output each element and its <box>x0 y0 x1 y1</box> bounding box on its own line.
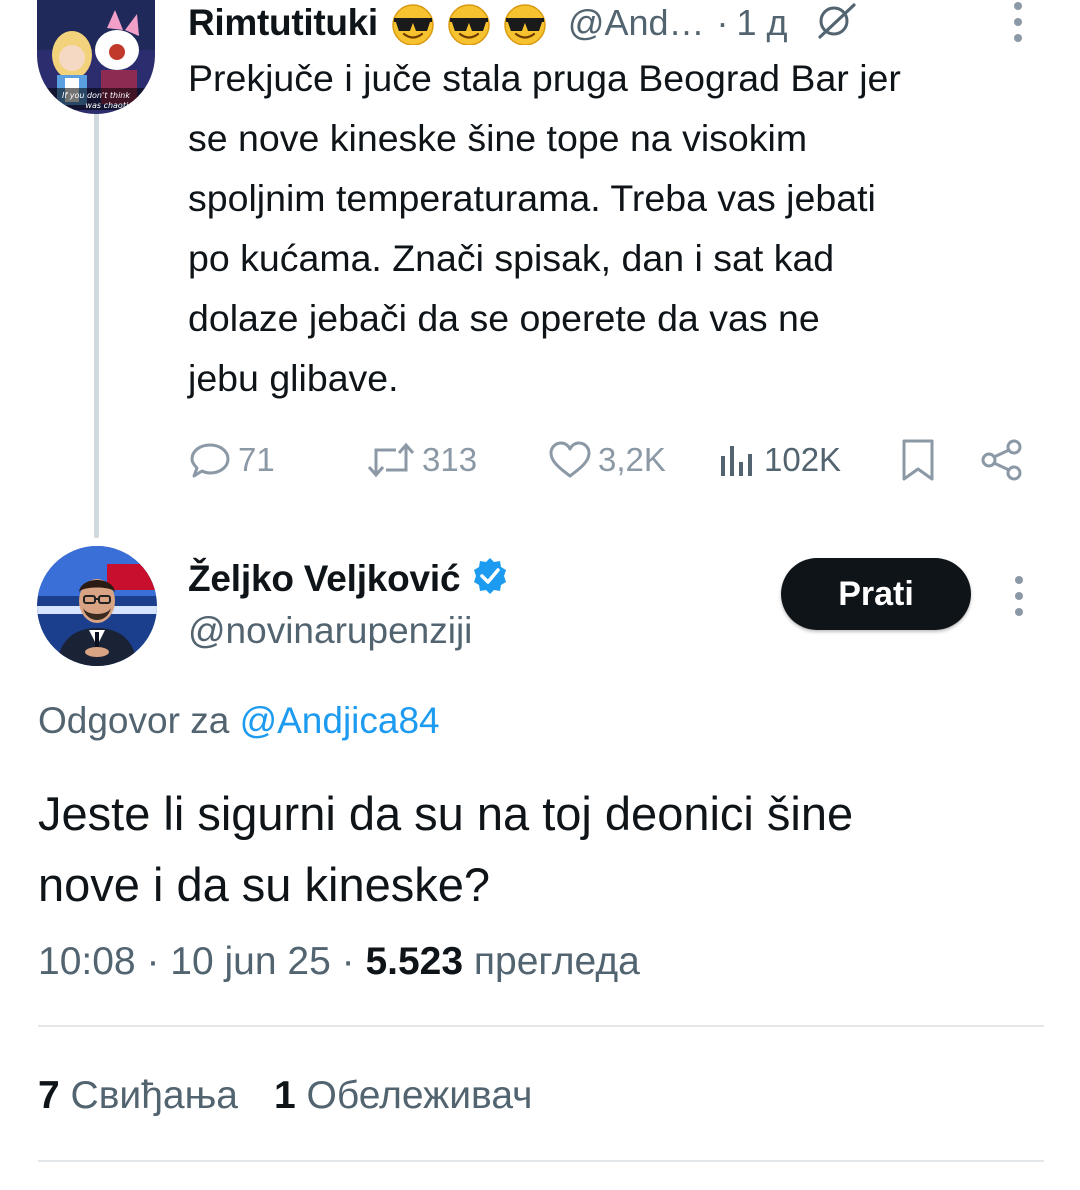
repost-button[interactable]: 313 <box>366 434 477 486</box>
likes-label: Свиђања <box>70 1074 238 1117</box>
share-button[interactable] <box>980 434 1024 486</box>
grok-icon[interactable] <box>814 1 858 46</box>
meta-separator: · <box>146 940 171 983</box>
tweet1-avatar[interactable]: If you don't think was chaotic <box>37 0 155 114</box>
tweet1-more-icon[interactable] <box>1014 2 1022 42</box>
reply-to-mention-link[interactable]: @Andjica84 <box>240 700 440 741</box>
bookmark-icon <box>902 439 934 481</box>
views-button[interactable]: 102K <box>718 434 841 486</box>
like-count: 3,2K <box>598 441 666 478</box>
tweet2-stats: 7 Свиђања 1 Обележивач <box>38 1074 532 1118</box>
bookmark-button[interactable] <box>900 434 936 486</box>
views-icon <box>721 446 752 476</box>
views-count: 102K <box>764 441 842 478</box>
repost-count: 313 <box>422 441 478 478</box>
reply-count: 71 <box>238 441 275 478</box>
tweet2-name-row: Željko Veljković <box>188 556 510 601</box>
bookmarks-count: 1 <box>273 1074 296 1117</box>
share-icon <box>981 439 1022 481</box>
bookmarks-label: Обележивач <box>306 1074 533 1117</box>
follow-button[interactable]: Prati <box>781 558 971 630</box>
sunglasses-emoji-icon <box>504 4 546 45</box>
tweet2-views-label: прегледа <box>473 940 640 983</box>
tweet2-text: Jeste li sigurni da su na toj deonici ši… <box>38 787 854 911</box>
tweet2-avatar[interactable] <box>37 546 157 666</box>
like-button[interactable]: 3,2K <box>548 434 666 486</box>
tweet1-separator: · <box>716 2 729 43</box>
like-icon <box>549 441 591 478</box>
thread-connector-line <box>94 112 99 538</box>
verified-badge-icon[interactable] <box>470 556 510 601</box>
sunglasses-emoji-icon <box>392 4 434 45</box>
avatar-caption-line1: If you don't think <box>62 91 130 100</box>
reply-icon <box>190 443 230 478</box>
meta-separator: · <box>341 940 366 983</box>
repost-icon <box>367 442 415 478</box>
bookmarks-stat[interactable]: 1 Обележивач <box>274 1074 533 1118</box>
reply-to-prefix: Odgovor za <box>38 700 240 741</box>
tweet1-display-name[interactable]: Rimtutituki <box>188 2 378 44</box>
divider <box>38 1025 1044 1027</box>
sunglasses-emoji-group <box>386 1 552 45</box>
tweet2-meta: 10:08 · 10 jun 25 · 5.523 прегледа <box>38 940 640 984</box>
likes-count: 7 <box>38 1074 60 1117</box>
tweet2-time[interactable]: 10:08 <box>38 940 136 983</box>
reply-button[interactable]: 71 <box>188 434 275 486</box>
sunglasses-emoji-icon <box>448 4 490 45</box>
likes-stat[interactable]: 7 Свиђања <box>38 1074 238 1118</box>
tweet2-handle[interactable]: @novinarupenziji <box>188 610 472 652</box>
avatar-caption-line2: was chaotic <box>85 101 133 110</box>
tweet2-more-icon[interactable] <box>1015 576 1023 616</box>
tweet1-handle[interactable]: @And… <box>568 2 705 44</box>
tweet1-action-bar: 71 313 3,2K 102K <box>188 434 1038 486</box>
divider <box>38 1160 1044 1162</box>
tweet2-date[interactable]: 10 jun 25 <box>170 940 330 983</box>
reply-to-line: Odgovor za @Andjica84 <box>38 700 440 742</box>
tweet2-display-name[interactable]: Željko Veljković <box>188 558 461 600</box>
tweet1-timestamp[interactable]: 1 д <box>737 2 788 44</box>
tweet2-views-count: 5.523 <box>365 940 464 983</box>
tweet1-text: Prekjuče i juče stala pruga Beograd Bar … <box>188 57 901 399</box>
tweet1-header: Rimtutituki @And… · 1 д <box>188 0 858 46</box>
